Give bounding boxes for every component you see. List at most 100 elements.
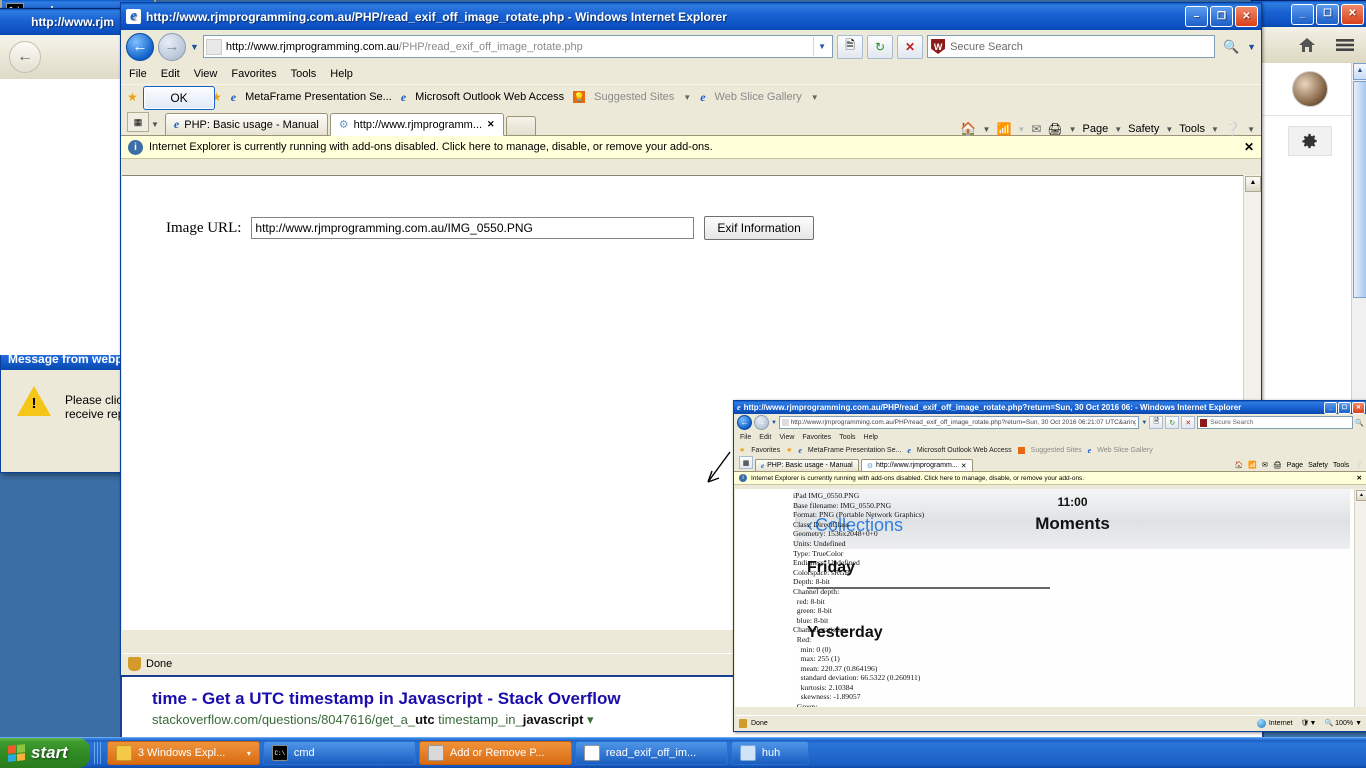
menu-edit[interactable]: Edit [161,68,180,80]
back-arrow-icon[interactable]: ← [126,32,154,61]
avatar[interactable] [1291,71,1328,107]
menu-favorites[interactable]: Favorites [802,434,831,441]
back-arrow-icon[interactable]: ← [737,415,752,430]
close-icon[interactable]: ✕ [1244,140,1254,154]
close-button[interactable]: ✕ [1341,3,1364,25]
addons-info-bar[interactable]: i Internet Explorer is currently running… [121,136,1261,159]
forward-arrow-icon[interactable]: → [754,415,769,430]
main-menubar[interactable]: File Edit View Favorites Tools Help [121,63,1261,84]
taskbar-button-read-exif-paint[interactable]: read_exif_off_im... [574,741,728,765]
chevron-down-icon[interactable]: ▼ [1355,720,1362,727]
menu-view[interactable]: View [194,68,218,80]
background-browser-left[interactable]: http://www.rjm ← 🔗 [0,8,122,355]
chevron-down-icon[interactable]: ▼ [771,420,777,426]
command-bar[interactable]: 🏠 ▼ 📶 ▼ ✉ 🖨 ▼ Page ▼ Safety ▼ Tools ▼ ❔ … [960,121,1255,137]
home-icon[interactable]: 🏠 [1235,461,1244,469]
chevron-down-icon[interactable]: ▼ [1211,125,1219,134]
scroll-up-arrow[interactable]: ▲ [1353,63,1366,80]
url-dropdown-icon[interactable]: ▾ [587,712,594,727]
image-url-input[interactable]: http://www.rjmprogramming.com.au/IMG_055… [251,217,695,239]
nested-addons-info-bar[interactable]: i Internet Explorer is currently running… [734,472,1366,485]
start-button[interactable]: start [0,738,90,768]
menu-edit[interactable]: Edit [759,434,771,441]
maximize-button[interactable]: ☐ [1316,3,1339,25]
main-window-buttons[interactable]: – ❐ ✕ [1185,6,1258,27]
menu-file[interactable]: File [129,68,147,80]
taskbar[interactable]: start 3 Windows Expl... ▾ C:\ cmd Add or… [0,737,1366,768]
favorite-item-suggested-sites[interactable]: Suggested Sites [1031,447,1082,454]
ok-button[interactable]: OK [143,86,215,110]
tab-rjmprogramming[interactable]: ⚙ http://www.rjmprogramm... ✕ [329,113,504,136]
taskbar-button-add-remove-programs[interactable]: Add or Remove P... [418,741,572,765]
favorite-item-outlook[interactable]: Microsoft Outlook Web Access [415,91,564,103]
hamburger-menu-icon[interactable] [1327,28,1363,62]
refresh-icon[interactable]: ↻ [1165,416,1180,429]
taskbar-button-huh[interactable]: huh [730,741,809,765]
minimize-button[interactable]: _ [1291,3,1314,25]
maximize-button[interactable]: ❐ [1210,6,1233,27]
chevron-down-icon[interactable]: ▾ [247,749,251,758]
favorite-item-web-slice-gallery[interactable]: Web Slice Gallery [1097,447,1153,454]
nested-page-scrollbar[interactable]: ▲ [1354,489,1366,707]
command-safety[interactable]: Safety [1128,123,1159,135]
zone-indicator[interactable]: Internet [1256,718,1293,728]
chevron-down-icon[interactable]: ▼ [1247,125,1255,134]
home-icon[interactable] [1289,28,1325,62]
favorites-label[interactable]: Favorites [751,447,780,454]
command-page[interactable]: Page [1287,462,1303,469]
tab-rjmprogramming[interactable]: ⚙ http://www.rjmprogramm... ✕ [860,459,973,471]
forward-arrow-icon[interactable]: → [158,32,186,61]
close-icon[interactable]: ✕ [487,119,495,130]
maximize-button[interactable]: ☐ [1338,401,1351,414]
nested-command-bar[interactable]: 🏠 📶 ✉ 🖨 Page Safety Tools ❔ [1235,461,1363,470]
favorite-item-metaframe[interactable]: MetaFrame Presentation Se... [808,447,901,454]
info-bar-text[interactable]: Internet Explorer is currently running w… [149,141,1238,153]
scroll-up-arrow[interactable]: ▲ [1245,176,1261,192]
new-tab-button[interactable] [505,116,536,135]
favorite-item-metaframe[interactable]: MetaFrame Presentation Se... [245,91,392,103]
chevron-down-icon[interactable]: ▼ [983,125,991,134]
background-browser-right[interactable]: _ ☐ ✕ ▲ [1251,0,1366,437]
taskbar-grip[interactable] [93,742,103,764]
compatibility-view-icon[interactable]: 🗎 [1149,416,1164,429]
command-tools[interactable]: Tools [1179,123,1205,135]
tab-list-chevron-icon[interactable]: ▼ [151,120,159,129]
command-page[interactable]: Page [1083,123,1109,135]
close-icon[interactable]: ✕ [1357,474,1362,482]
menu-favorites[interactable]: Favorites [231,68,276,80]
menu-file[interactable]: File [740,434,751,441]
mail-icon[interactable]: ✉ [1262,461,1268,469]
search-options-chevron-icon[interactable]: ▼ [1247,42,1256,52]
stop-icon[interactable]: ✕ [897,34,924,59]
search-icon[interactable]: 🔍 [1355,419,1364,427]
chevron-down-icon[interactable]: ▼ [190,42,199,52]
quick-tabs-button[interactable]: ▦ [739,456,753,469]
menu-tools[interactable]: Tools [291,68,317,80]
scrollbar-thumb[interactable] [1353,81,1366,298]
address-bar[interactable]: http://www.rjmprogramming.com.au/PHP/rea… [202,35,834,58]
close-button[interactable]: ✕ [1235,6,1258,27]
taskbar-button-cmd[interactable]: C:\ cmd [262,741,416,765]
nested-window-buttons[interactable]: _ ☐ ✕ [1324,401,1365,414]
gear-icon[interactable] [1287,126,1332,156]
nested-menubar[interactable]: File Edit View Favorites Tools Help [734,431,1366,443]
close-icon[interactable]: ✕ [961,462,967,470]
search-input[interactable]: W Secure Search [927,35,1216,58]
minimize-button[interactable]: _ [1324,401,1337,414]
background-right-scrollbar[interactable]: ▲ [1351,63,1366,437]
tab-php-manual[interactable]: e PHP: Basic usage - Manual [755,459,859,471]
chevron-down-icon[interactable]: ▼ [1114,125,1122,134]
favorite-item-web-slice-gallery[interactable]: Web Slice Gallery [715,91,802,103]
address-dropdown-icon[interactable]: ▼ [813,37,830,56]
favorite-item-suggested-sites[interactable]: Suggested Sites [594,91,674,103]
compatibility-view-icon[interactable]: 🗎 [837,34,864,59]
search-icon[interactable]: 🔍 [1219,36,1243,58]
print-icon[interactable]: 🖨 [1273,461,1282,469]
chevron-down-icon[interactable]: ▼ [811,93,819,102]
add-favorite-icon[interactable]: ★ [786,446,792,454]
chevron-down-icon[interactable]: ▼ [683,93,691,102]
nested-address-bar[interactable]: http://www.rjmprogramming.com.au/PHP/rea… [778,416,1140,429]
quick-tabs-button[interactable]: ▦ [127,112,149,132]
back-arrow-icon[interactable]: ← [9,41,41,73]
address-dropdown-icon[interactable]: ▼ [1141,420,1147,426]
